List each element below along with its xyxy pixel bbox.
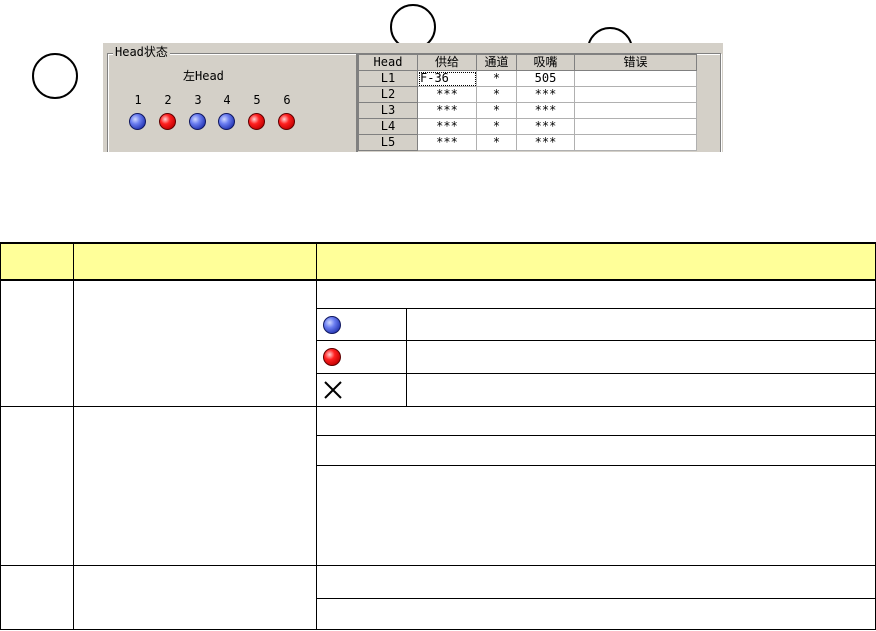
cross-icon	[324, 381, 342, 399]
legend-no-cell	[0, 405, 74, 566]
channel-cell[interactable]: *	[476, 134, 517, 151]
error-cell[interactable]	[574, 70, 697, 87]
row-head-cell[interactable]: L3	[358, 102, 418, 119]
group-title: Head状态	[113, 45, 170, 59]
table-row[interactable]: L5 *** * ***	[358, 134, 697, 151]
error-cell[interactable]	[574, 134, 697, 151]
nozzle-cell[interactable]: ***	[516, 86, 575, 103]
nozzle-cell[interactable]: ***	[516, 118, 575, 135]
legend-row	[0, 279, 876, 407]
legend-icon-cell	[316, 373, 407, 407]
legend-item-cell	[73, 279, 317, 407]
nozzle-number: 4	[223, 93, 231, 107]
nozzle-number: 3	[194, 93, 202, 107]
nozzle-number: 6	[283, 93, 291, 107]
row-head-cell[interactable]: L4	[358, 118, 418, 135]
red-circle-icon	[323, 348, 341, 367]
legend-item-cell	[73, 405, 317, 566]
column-header-nozzle[interactable]: 吸嘴	[516, 54, 575, 71]
nozzle-status-blue-icon[interactable]	[218, 113, 235, 130]
legend-table	[0, 242, 876, 631]
channel-cell[interactable]: *	[476, 86, 517, 103]
legend-desc-cell	[406, 307, 876, 342]
table-row[interactable]: L4 *** * ***	[358, 118, 697, 135]
table-row[interactable]: L3 *** * ***	[358, 102, 697, 119]
supply-cell[interactable]: ***	[417, 102, 477, 119]
nozzle-status-red-icon[interactable]	[278, 113, 295, 130]
legend-desc-cell	[316, 435, 876, 466]
error-cell[interactable]	[574, 118, 697, 135]
head-grid[interactable]: Head 供给 通道 吸嘴 错误 L1 F-36 * 505 L2 *** * …	[358, 54, 697, 151]
row-head-cell[interactable]: L5	[358, 134, 418, 151]
legend-desc-cell	[316, 564, 876, 600]
supply-cell[interactable]: ***	[417, 118, 477, 135]
error-cell[interactable]	[574, 86, 697, 103]
supply-cell[interactable]: F-36	[417, 70, 477, 87]
nozzle-number: 5	[253, 93, 261, 107]
error-cell[interactable]	[574, 102, 697, 119]
legend-desc-cell	[316, 464, 876, 566]
legend-header-row	[0, 242, 876, 281]
legend-desc-cell	[406, 340, 876, 374]
legend-desc-cell	[406, 373, 876, 407]
channel-cell[interactable]: *	[476, 118, 517, 135]
nozzle-number: 1	[134, 93, 142, 107]
legend-item-cell	[73, 564, 317, 631]
legend-header-item	[73, 242, 317, 281]
nozzle-status-red-icon[interactable]	[248, 113, 265, 130]
grid-header-row: Head 供给 通道 吸嘴 错误	[358, 54, 697, 71]
table-row[interactable]: L1 F-36 * 505	[358, 70, 697, 87]
legend-header-no	[0, 242, 74, 281]
legend-desc-cell	[316, 598, 876, 630]
column-header-error[interactable]: 错误	[574, 54, 697, 71]
nozzle-status-blue-icon[interactable]	[129, 113, 146, 130]
channel-cell[interactable]: *	[476, 102, 517, 119]
channel-cell[interactable]: *	[476, 70, 517, 87]
row-head-cell[interactable]: L2	[358, 86, 418, 103]
column-header-supply[interactable]: 供给	[417, 54, 477, 71]
nozzle-status-red-icon[interactable]	[159, 113, 176, 130]
nozzle-number: 2	[164, 93, 172, 107]
callout-1	[32, 53, 78, 99]
nozzle-cell[interactable]: 505	[516, 70, 575, 87]
nozzle-cell[interactable]: ***	[516, 134, 575, 151]
column-header-head[interactable]: Head	[358, 54, 418, 71]
column-header-channel[interactable]: 通道	[476, 54, 517, 71]
supply-cell[interactable]: ***	[417, 134, 477, 151]
legend-icon-cell	[316, 307, 407, 342]
row-head-cell[interactable]: L1	[358, 70, 418, 87]
table-row[interactable]: L2 *** * ***	[358, 86, 697, 103]
legend-header-description	[316, 242, 876, 281]
legend-icon-cell	[316, 340, 407, 374]
blue-circle-icon	[323, 315, 341, 334]
legend-desc-cell	[316, 279, 876, 309]
nozzle-cell[interactable]: ***	[516, 102, 575, 119]
legend-row	[0, 564, 876, 631]
legend-no-cell	[0, 564, 74, 631]
supply-cell[interactable]: ***	[417, 86, 477, 103]
legend-desc-cell	[316, 405, 876, 437]
legend-no-cell	[0, 279, 74, 407]
nozzle-status-blue-icon[interactable]	[189, 113, 206, 130]
head-name-label: 左Head	[183, 69, 224, 83]
legend-row	[0, 405, 876, 566]
head-status-panel: Head状态 左Head 1 2 3 4 5 6 Head 供给 通道 吸嘴 错…	[103, 43, 723, 152]
